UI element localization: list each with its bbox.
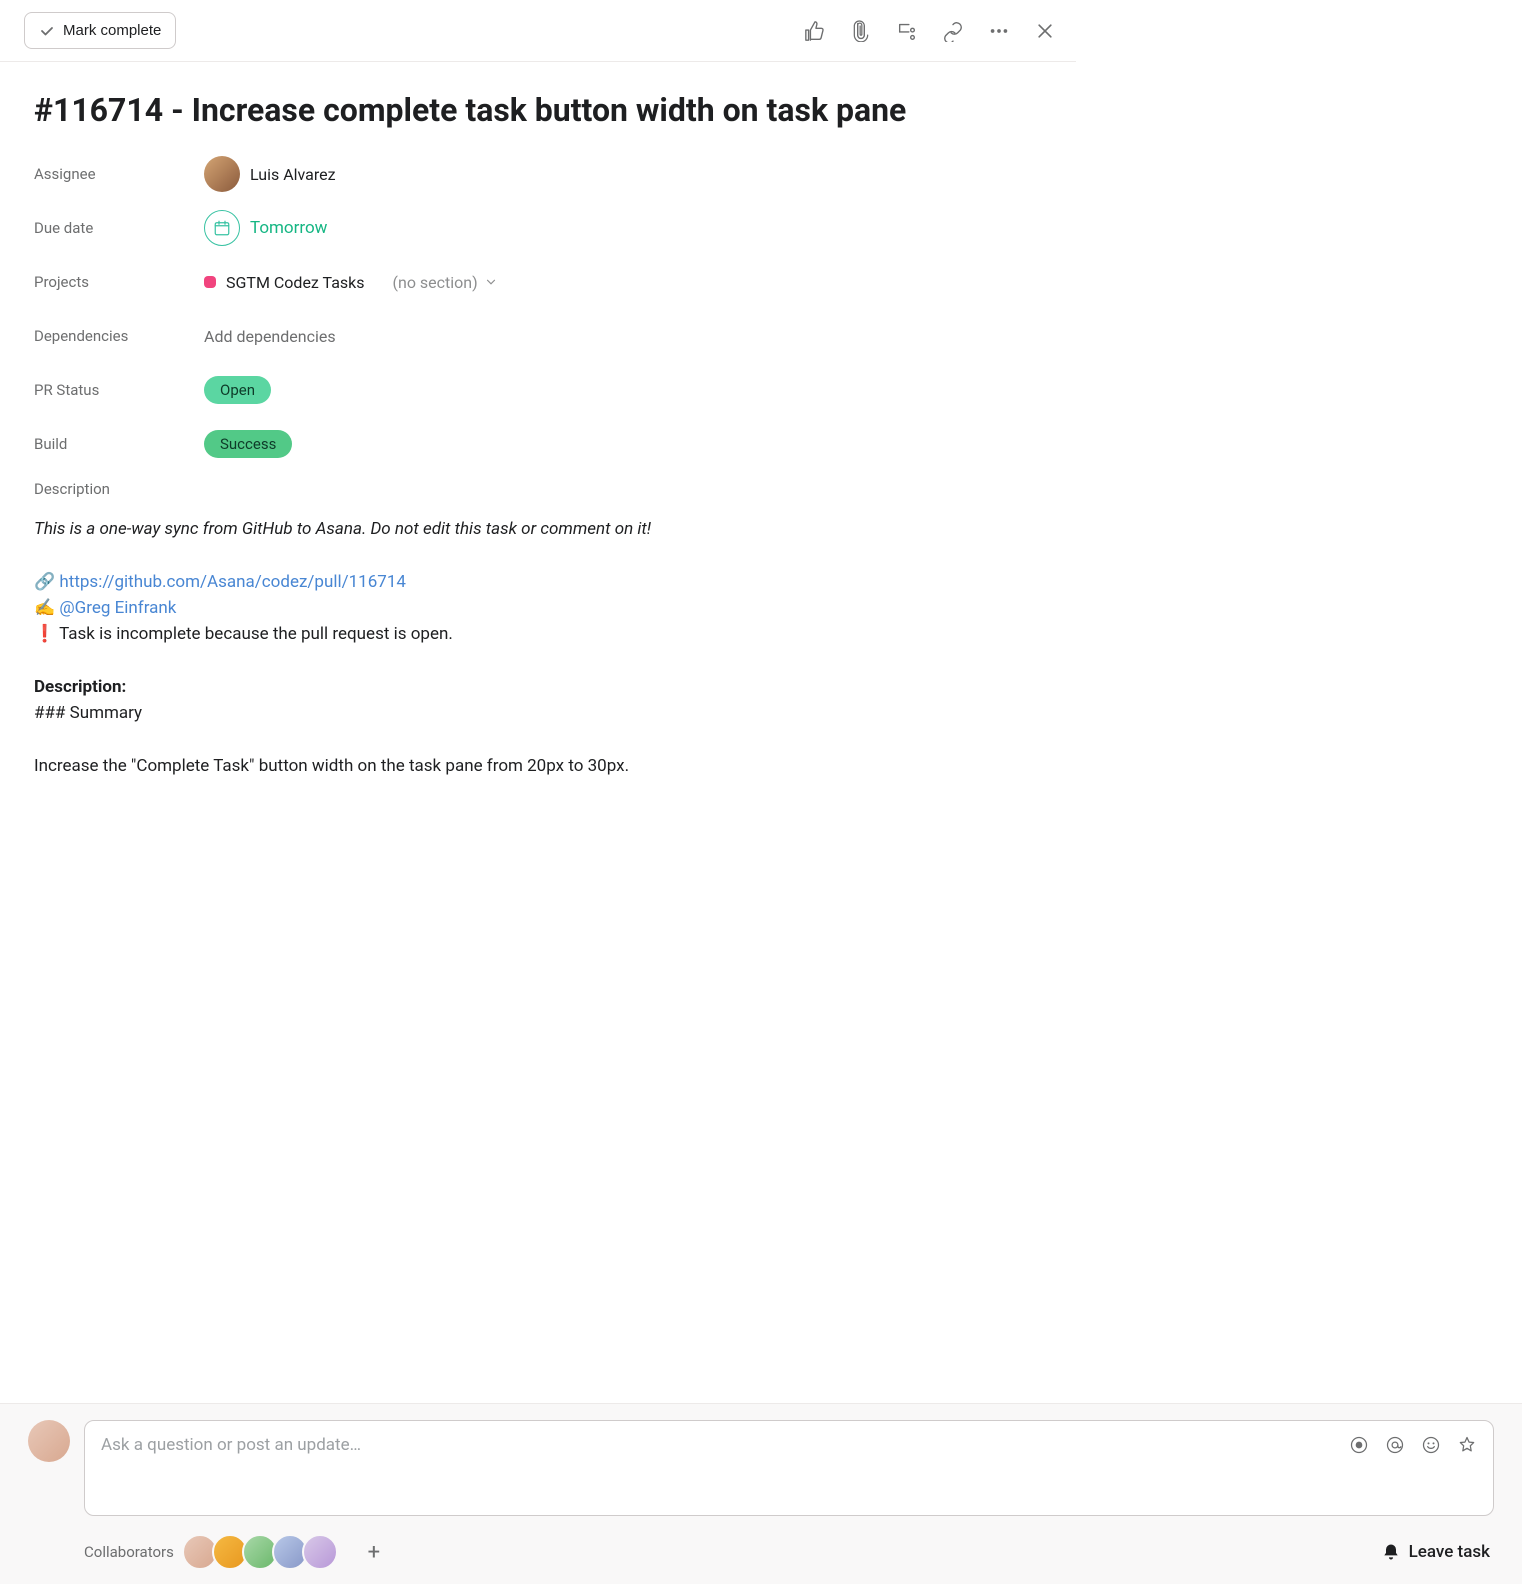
comment-row — [28, 1420, 1494, 1516]
description-body[interactable]: This is a one-way sync from GitHub to As… — [34, 516, 1042, 779]
task-toolbar: Mark complete — [0, 0, 1076, 62]
leave-task-label: Leave task — [1409, 1542, 1490, 1562]
appreciation-icon[interactable] — [1457, 1435, 1477, 1455]
author-mention[interactable]: @Greg Einfrank — [59, 598, 176, 618]
collaborators-row: Collaborators + Leave task — [28, 1534, 1494, 1570]
summary-body: Increase the "Complete Task" button widt… — [34, 753, 1042, 779]
assignee-label: Assignee — [34, 165, 204, 183]
due-date-text: Tomorrow — [250, 218, 327, 238]
assignee-value[interactable]: Luis Alvarez — [204, 156, 336, 192]
comment-input[interactable] — [101, 1435, 1349, 1501]
project-color-dot — [204, 276, 216, 288]
incomplete-warning: Task is incomplete because the pull requ… — [59, 624, 453, 644]
pr-status-label: PR Status — [34, 381, 204, 399]
projects-label: Projects — [34, 273, 204, 291]
description-label: Description — [34, 480, 1042, 498]
writer-emoji: ✍️ — [34, 598, 55, 618]
check-icon — [39, 23, 55, 39]
task-footer: Collaborators + Leave task — [0, 1403, 1522, 1584]
copy-link-icon[interactable] — [942, 20, 964, 42]
chevron-down-icon — [484, 275, 498, 289]
toolbar-actions — [804, 20, 1056, 42]
link-emoji: 🔗 — [34, 572, 55, 592]
collaborators-label: Collaborators — [84, 1543, 174, 1561]
mention-icon[interactable] — [1385, 1435, 1405, 1455]
pr-status-value[interactable]: Open — [204, 376, 271, 404]
add-collaborator-button[interactable]: + — [362, 1540, 386, 1564]
project-section-text: (no section) — [393, 273, 478, 292]
task-title[interactable]: #116714 - Increase complete task button … — [34, 90, 1042, 130]
more-icon[interactable] — [988, 20, 1010, 42]
task-content: #116714 - Increase complete task button … — [0, 62, 1076, 779]
comment-toolbar — [1349, 1435, 1477, 1501]
project-name[interactable]: SGTM Codez Tasks — [226, 273, 365, 292]
current-user-avatar — [28, 1420, 70, 1462]
pr-status-row: PR Status Open — [34, 368, 1042, 412]
mark-complete-button[interactable]: Mark complete — [24, 12, 176, 49]
pr-status-pill: Open — [204, 376, 271, 404]
github-link[interactable]: https://github.com/Asana/codez/pull/1167… — [59, 572, 406, 592]
dependencies-label: Dependencies — [34, 327, 204, 345]
sync-notice: This is a one-way sync from GitHub to As… — [34, 519, 651, 539]
build-value[interactable]: Success — [204, 430, 292, 458]
collaborator-avatar[interactable] — [302, 1534, 338, 1570]
build-pill: Success — [204, 430, 292, 458]
project-section-selector[interactable]: (no section) — [393, 273, 498, 292]
attachment-icon[interactable] — [850, 20, 872, 42]
add-dependencies-button[interactable]: Add dependencies — [204, 327, 336, 346]
emoji-icon[interactable] — [1421, 1435, 1441, 1455]
comment-box[interactable] — [84, 1420, 1494, 1516]
like-icon[interactable] — [804, 20, 826, 42]
description-heading: Description: — [34, 677, 126, 697]
assignee-avatar — [204, 156, 240, 192]
record-icon[interactable] — [1349, 1435, 1369, 1455]
assignee-row: Assignee Luis Alvarez — [34, 152, 1042, 196]
subtask-icon[interactable] — [896, 20, 918, 42]
projects-value: SGTM Codez Tasks (no section) — [204, 273, 498, 292]
build-label: Build — [34, 435, 204, 453]
due-date-label: Due date — [34, 219, 204, 237]
dependencies-row: Dependencies Add dependencies — [34, 314, 1042, 358]
mark-complete-label: Mark complete — [63, 22, 161, 39]
collaborators-left: Collaborators + — [84, 1534, 386, 1570]
projects-row: Projects SGTM Codez Tasks (no section) — [34, 260, 1042, 304]
leave-task-button[interactable]: Leave task — [1381, 1542, 1490, 1562]
build-row: Build Success — [34, 422, 1042, 466]
warning-emoji: ❗ — [34, 624, 55, 644]
collaborator-avatars — [188, 1534, 338, 1570]
due-date-value[interactable]: Tomorrow — [204, 210, 327, 246]
assignee-name: Luis Alvarez — [250, 165, 336, 184]
bell-icon — [1381, 1542, 1401, 1562]
due-date-row: Due date Tomorrow — [34, 206, 1042, 250]
summary-heading: ### Summary — [34, 700, 1042, 726]
calendar-icon — [204, 210, 240, 246]
close-icon[interactable] — [1034, 20, 1056, 42]
